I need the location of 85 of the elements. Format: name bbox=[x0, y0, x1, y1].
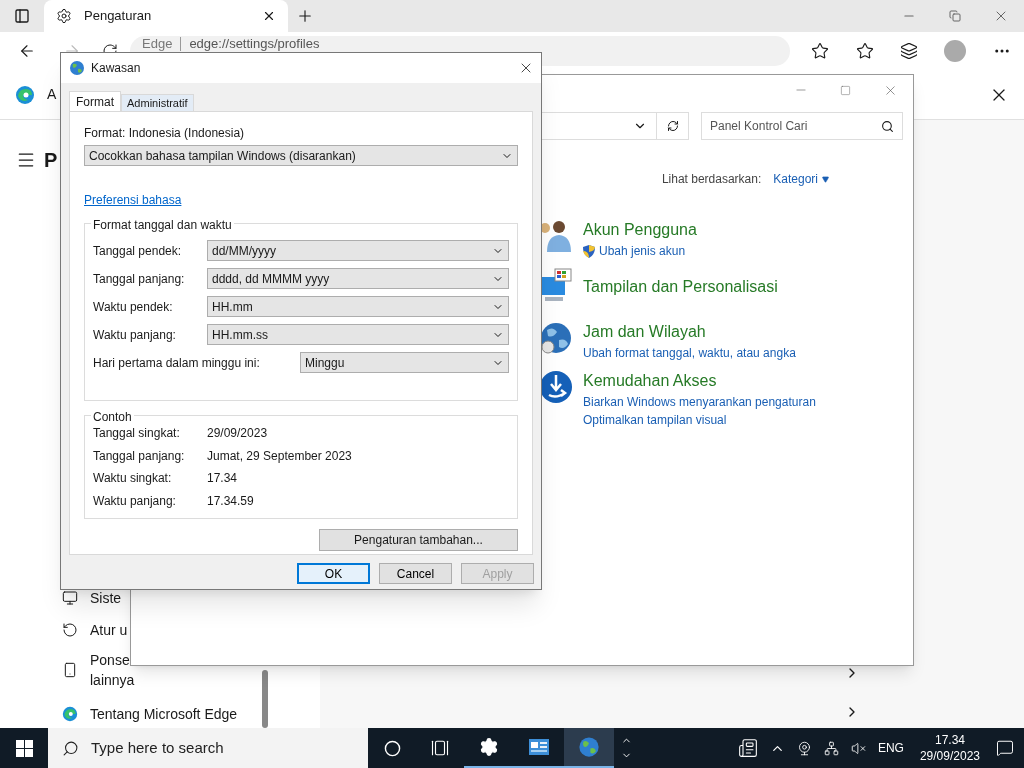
category-title[interactable]: Akun Pengguna bbox=[583, 218, 697, 242]
page-title: P bbox=[44, 148, 58, 173]
edge-logo-icon bbox=[15, 84, 35, 105]
category-title[interactable]: Jam dan Wilayah bbox=[583, 320, 796, 344]
category-link[interactable]: Ubah format tanggal, waktu, atau angka bbox=[583, 344, 796, 362]
format-select[interactable]: Minggu bbox=[300, 352, 509, 373]
sample-label: Tanggal singkat: bbox=[93, 425, 181, 443]
language-link[interactable]: Preferensi bahasa bbox=[84, 191, 182, 209]
language-indicator[interactable]: ENG bbox=[877, 739, 904, 757]
search-icon bbox=[62, 739, 79, 757]
globe-icon bbox=[69, 60, 85, 76]
sample-label: Waktu singkat: bbox=[93, 470, 173, 488]
new-tab-icon[interactable] bbox=[296, 7, 314, 25]
sidebar-item[interactable]: Tentang Microsoft Edge bbox=[62, 696, 238, 728]
globe-clock-icon bbox=[578, 736, 600, 758]
users-icon bbox=[539, 218, 573, 254]
control-panel-icon bbox=[528, 737, 550, 757]
reset-icon bbox=[62, 622, 78, 638]
favorites-icon[interactable] bbox=[855, 42, 874, 60]
close-icon[interactable] bbox=[262, 9, 276, 23]
category-link[interactable]: Ubah jenis akun bbox=[583, 242, 697, 260]
volume-muted-icon[interactable] bbox=[850, 740, 866, 756]
sample-label: Tanggal panjang: bbox=[93, 447, 186, 465]
format-label: Format: Indonesia (Indonesia) bbox=[84, 125, 246, 142]
tab-actions-icon[interactable] bbox=[14, 8, 30, 24]
category-title[interactable]: Tampilan dan Personalisasi bbox=[583, 267, 778, 313]
cortana-icon[interactable] bbox=[383, 739, 401, 757]
refresh-icon[interactable] bbox=[666, 120, 679, 132]
add-favorite-icon[interactable] bbox=[811, 42, 830, 60]
sample-value: Jumat, 29 September 2023 bbox=[207, 447, 352, 465]
field-label: Waktu panjang: bbox=[93, 326, 177, 344]
back-icon[interactable] bbox=[18, 42, 36, 60]
field-label: Tanggal panjang: bbox=[93, 270, 186, 288]
phone-icon bbox=[62, 662, 78, 678]
dialog-button[interactable]: Cancel bbox=[379, 563, 452, 584]
format-select[interactable]: HH.mm bbox=[207, 296, 509, 317]
sample-value: 17.34 bbox=[207, 470, 238, 488]
start-icon[interactable] bbox=[15, 739, 33, 757]
shield-icon bbox=[583, 244, 595, 258]
taskbar-search-field[interactable]: Type here to search bbox=[48, 728, 368, 768]
format-select[interactable]: dddd, dd MMMM yyyy bbox=[207, 268, 509, 289]
field-label: Hari pertama dalam minggu ini: bbox=[93, 354, 261, 372]
task-view-icon[interactable] bbox=[431, 739, 449, 757]
collections-icon[interactable] bbox=[899, 42, 918, 60]
field-label: Waktu pendek: bbox=[93, 298, 174, 316]
format-select[interactable]: Cocokkan bahasa tampilan Windows (disarankan) bbox=[84, 145, 518, 166]
sample-value: 29/09/2023 bbox=[207, 425, 268, 443]
tab[interactable]: Administratif bbox=[121, 94, 194, 111]
dialog-button[interactable]: OK bbox=[297, 563, 370, 584]
monitor-icon bbox=[62, 590, 78, 606]
header-text: A bbox=[47, 85, 57, 104]
settings-icon bbox=[56, 8, 72, 24]
field-label: Tanggal pendek: bbox=[93, 242, 183, 260]
restore-icon[interactable] bbox=[949, 10, 961, 22]
search-icon bbox=[881, 119, 894, 133]
url-text: edge://settings/profiles bbox=[180, 37, 320, 51]
browser-tab[interactable]: Pengaturan bbox=[44, 0, 288, 32]
sample-value: 17.34.59 bbox=[207, 492, 254, 510]
format-select[interactable]: HH.mm.ss bbox=[207, 324, 509, 345]
tab[interactable]: Format bbox=[69, 91, 121, 111]
camera-icon[interactable] bbox=[796, 740, 812, 756]
sidebar-item[interactable]: Siste bbox=[62, 580, 122, 612]
news-icon[interactable] bbox=[737, 738, 758, 758]
settings-icon bbox=[479, 737, 499, 757]
category-link[interactable]: Biarkan Windows menyarankan pengaturan bbox=[583, 393, 816, 411]
display-icon bbox=[539, 267, 573, 303]
caret-icon bbox=[822, 175, 829, 183]
edge-icon bbox=[62, 706, 78, 722]
sidebar-item[interactable]: Ponse lainnya bbox=[62, 644, 135, 696]
sidebar-item[interactable]: Atur u bbox=[62, 612, 128, 644]
search-field[interactable]: Panel Kontrol Cari bbox=[701, 112, 903, 140]
accessibility-icon bbox=[539, 369, 573, 405]
sample-label: Waktu panjang: bbox=[93, 492, 177, 510]
site-label: Edge bbox=[142, 37, 173, 51]
network-icon[interactable] bbox=[823, 740, 839, 756]
view-by-dropdown[interactable]: Kategori bbox=[773, 170, 829, 188]
category-title[interactable]: Kemudahan Akses bbox=[583, 369, 816, 393]
clock[interactable]: 17.34 29/09/2023 bbox=[915, 732, 984, 764]
format-select[interactable]: dd/MM/yyyy bbox=[207, 240, 509, 261]
category-link[interactable]: Optimalkan tampilan visual bbox=[583, 411, 816, 429]
tab-title: Pengaturan bbox=[84, 7, 153, 26]
notifications-icon[interactable] bbox=[996, 739, 1014, 757]
view-by-label: Lihat berdasarkan: bbox=[661, 171, 762, 188]
additional-settings-button[interactable]: Pengaturan tambahan... bbox=[319, 529, 518, 551]
scrollbar-thumb[interactable] bbox=[262, 670, 268, 728]
